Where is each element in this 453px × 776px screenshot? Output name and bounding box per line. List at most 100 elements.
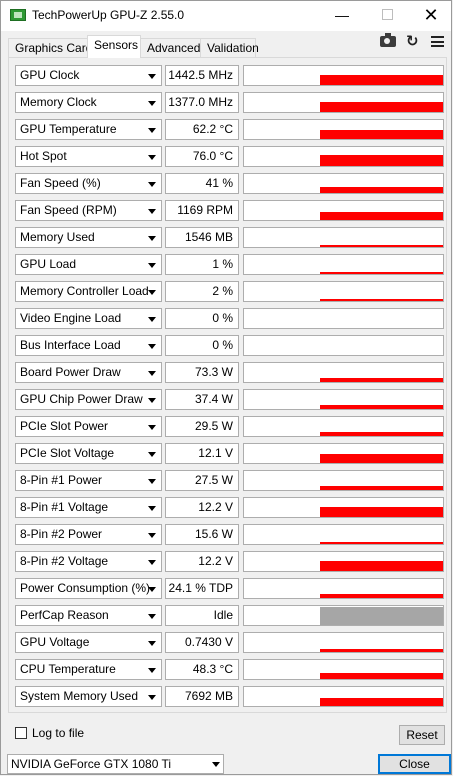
- chevron-down-icon: [148, 695, 156, 700]
- sensor-value: 1169 RPM: [165, 200, 239, 221]
- sensor-graph-fill: [320, 673, 443, 679]
- sensor-name-dropdown[interactable]: Memory Used: [15, 227, 162, 248]
- sensor-row: PCIe Slot Power 29.5 W: [15, 416, 444, 437]
- chevron-down-icon: [148, 263, 156, 268]
- reset-button[interactable]: Reset: [399, 725, 445, 745]
- sensor-value: 76.0 °C: [165, 146, 239, 167]
- sensor-graph: [243, 659, 444, 680]
- sensor-value: 62.2 °C: [165, 119, 239, 140]
- sensor-name-label: GPU Load: [20, 257, 77, 271]
- sensor-name-dropdown[interactable]: GPU Voltage: [15, 632, 162, 653]
- sensor-row: Bus Interface Load 0 %: [15, 335, 444, 356]
- sensor-name-dropdown[interactable]: GPU Load: [15, 254, 162, 275]
- chevron-down-icon: [148, 371, 156, 376]
- sensor-name-label: 8-Pin #1 Voltage: [20, 500, 109, 514]
- window-close-button[interactable]: ✕: [408, 1, 453, 31]
- sensor-name-dropdown[interactable]: Fan Speed (%): [15, 173, 162, 194]
- sensor-name-label: Fan Speed (RPM): [20, 203, 117, 217]
- minimize-button[interactable]: —: [319, 1, 365, 31]
- sensor-name-dropdown[interactable]: Bus Interface Load: [15, 335, 162, 356]
- sensor-row: GPU Voltage 0.7430 V: [15, 632, 444, 653]
- sensor-name-dropdown[interactable]: 8-Pin #1 Voltage: [15, 497, 162, 518]
- title-bar[interactable]: TechPowerUp GPU-Z 2.55.0 — ✕: [1, 1, 451, 31]
- sensor-graph-fill: [320, 594, 443, 598]
- refresh-icon[interactable]: ↻: [406, 32, 419, 50]
- sensor-row: Hot Spot 76.0 °C: [15, 146, 444, 167]
- sensor-graph-fill: [320, 155, 443, 166]
- sensor-graph: [243, 389, 444, 410]
- sensor-value: 15.6 W: [165, 524, 239, 545]
- sensor-name-dropdown[interactable]: GPU Temperature: [15, 119, 162, 140]
- sensor-row: Fan Speed (%) 41 %: [15, 173, 444, 194]
- sensor-name-label: CPU Temperature: [20, 662, 116, 676]
- sensors-panel: GPU Clock 1442.5 MHz Memory Clock 1377.0 MH…: [8, 57, 447, 713]
- sensor-name-label: Power Consumption (%): [20, 581, 151, 595]
- tab-sensors[interactable]: Sensors: [87, 35, 141, 58]
- sensor-row: 8-Pin #1 Voltage 12.2 V: [15, 497, 444, 518]
- chevron-down-icon: [212, 762, 220, 767]
- sensor-name-label: Fan Speed (%): [20, 176, 101, 190]
- sensor-value: 0 %: [165, 308, 239, 329]
- sensor-name-dropdown[interactable]: Power Consumption (%): [15, 578, 162, 599]
- sensor-name-label: 8-Pin #2 Power: [20, 527, 103, 541]
- sensor-row: Video Engine Load 0 %: [15, 308, 444, 329]
- sensor-graph-fill: [320, 272, 443, 274]
- sensor-value: 2 %: [165, 281, 239, 302]
- sensor-graph: [243, 335, 444, 356]
- sensor-value: 73.3 W: [165, 362, 239, 383]
- tab-advanced[interactable]: Advanced: [140, 38, 201, 57]
- log-to-file-checkbox[interactable]: [15, 727, 27, 739]
- sensor-name-label: System Memory Used: [20, 689, 139, 703]
- sensor-value: 24.1 % TDP: [165, 578, 239, 599]
- sensor-name-dropdown[interactable]: CPU Temperature: [15, 659, 162, 680]
- sensor-name-dropdown[interactable]: GPU Clock: [15, 65, 162, 86]
- sensor-name-dropdown[interactable]: Board Power Draw: [15, 362, 162, 383]
- menu-icon[interactable]: [431, 36, 444, 47]
- chevron-down-icon: [148, 209, 156, 214]
- maximize-button[interactable]: [364, 1, 410, 31]
- sensor-name-label: PerfCap Reason: [20, 608, 109, 622]
- sensor-name-dropdown[interactable]: 8-Pin #2 Power: [15, 524, 162, 545]
- sensor-name-label: Video Engine Load: [20, 311, 122, 325]
- sensor-name-dropdown[interactable]: 8-Pin #1 Power: [15, 470, 162, 491]
- sensor-value: 12.1 V: [165, 443, 239, 464]
- sensor-name-dropdown[interactable]: Fan Speed (RPM): [15, 200, 162, 221]
- log-to-file-label: Log to file: [32, 726, 85, 740]
- sensor-graph-fill: [320, 698, 443, 706]
- close-button[interactable]: Close: [378, 754, 451, 774]
- sensor-name-dropdown[interactable]: System Memory Used: [15, 686, 162, 707]
- sensor-graph-fill: [320, 75, 443, 85]
- sensor-row: CPU Temperature 48.3 °C: [15, 659, 444, 680]
- sensor-row: GPU Clock 1442.5 MHz: [15, 65, 444, 86]
- sensor-graph-fill: [320, 245, 443, 247]
- sensor-name-dropdown[interactable]: PerfCap Reason: [15, 605, 162, 626]
- sensor-value: 48.3 °C: [165, 659, 239, 680]
- gpu-select-dropdown[interactable]: NVIDIA GeForce GTX 1080 Ti: [7, 754, 224, 774]
- sensor-graph: [243, 65, 444, 86]
- tab-validation[interactable]: Validation: [200, 38, 259, 57]
- sensor-name-dropdown[interactable]: PCIe Slot Power: [15, 416, 162, 437]
- sensor-graph-fill: [320, 454, 443, 463]
- sensor-graph: [243, 443, 444, 464]
- chevron-down-icon: [148, 506, 156, 511]
- tab-graphics-card[interactable]: Graphics Card: [8, 38, 92, 57]
- sensor-value: 1442.5 MHz: [165, 65, 239, 86]
- sensor-value: 1377.0 MHz: [165, 92, 239, 113]
- sensor-name-label: 8-Pin #2 Voltage: [20, 554, 109, 568]
- chevron-down-icon: [148, 398, 156, 403]
- sensor-name-label: Board Power Draw: [20, 365, 121, 379]
- sensor-name-dropdown[interactable]: Video Engine Load: [15, 308, 162, 329]
- sensor-row: GPU Chip Power Draw 37.4 W: [15, 389, 444, 410]
- sensor-name-dropdown[interactable]: PCIe Slot Voltage: [15, 443, 162, 464]
- sensor-value: 12.2 V: [165, 497, 239, 518]
- sensor-name-dropdown[interactable]: GPU Chip Power Draw: [15, 389, 162, 410]
- sensor-graph-fill: [320, 649, 443, 652]
- sensor-graph: [243, 497, 444, 518]
- sensor-value: 37.4 W: [165, 389, 239, 410]
- sensor-name-dropdown[interactable]: Hot Spot: [15, 146, 162, 167]
- gpuz-window: TechPowerUp GPU-Z 2.55.0 — ✕ Graphics Ca…: [0, 0, 452, 775]
- sensor-name-dropdown[interactable]: Memory Clock: [15, 92, 162, 113]
- camera-icon[interactable]: [380, 33, 396, 47]
- sensor-name-dropdown[interactable]: 8-Pin #2 Voltage: [15, 551, 162, 572]
- sensor-name-dropdown[interactable]: Memory Controller Load: [15, 281, 162, 302]
